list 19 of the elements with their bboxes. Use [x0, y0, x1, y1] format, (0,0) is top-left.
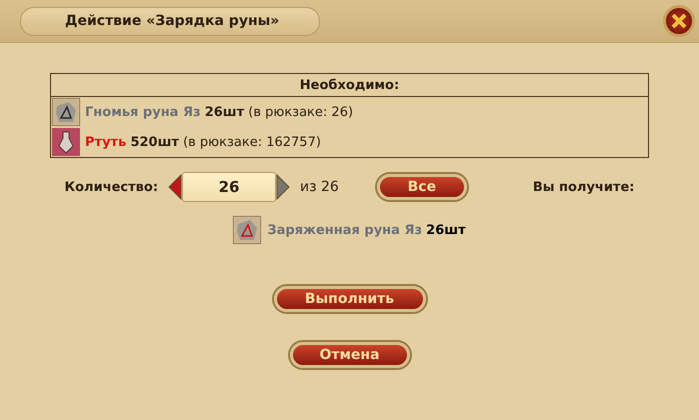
result-text: Заряженная руна Яз 26шт — [267, 222, 466, 238]
cancel-button[interactable]: Отмена — [290, 342, 410, 368]
rune-stone-icon — [52, 98, 80, 126]
all-button[interactable]: Все — [376, 174, 467, 200]
quantity-label: Количество: — [64, 180, 158, 194]
execute-button[interactable]: Выполнить — [274, 286, 426, 312]
decrease-arrow-icon[interactable] — [168, 174, 182, 200]
table-heading: Необходимо: — [51, 74, 648, 97]
quantity-field[interactable]: 26 — [182, 172, 276, 202]
flask-icon — [52, 128, 80, 156]
close-button[interactable] — [663, 5, 695, 37]
window-title: Действие «Зарядка руны» — [20, 6, 320, 36]
quantity-max: из 26 — [300, 179, 339, 195]
requirement-text: Ртуть 520шт (в рюкзаке: 162757) — [85, 134, 321, 150]
rune-stone-icon — [233, 216, 262, 244]
requirement-text: Гномья руна Яз 26шт (в рюкзаке: 26) — [85, 104, 354, 120]
close-icon — [670, 12, 688, 30]
increase-arrow-icon[interactable] — [276, 174, 290, 200]
result-label: Вы получите: — [532, 180, 634, 194]
